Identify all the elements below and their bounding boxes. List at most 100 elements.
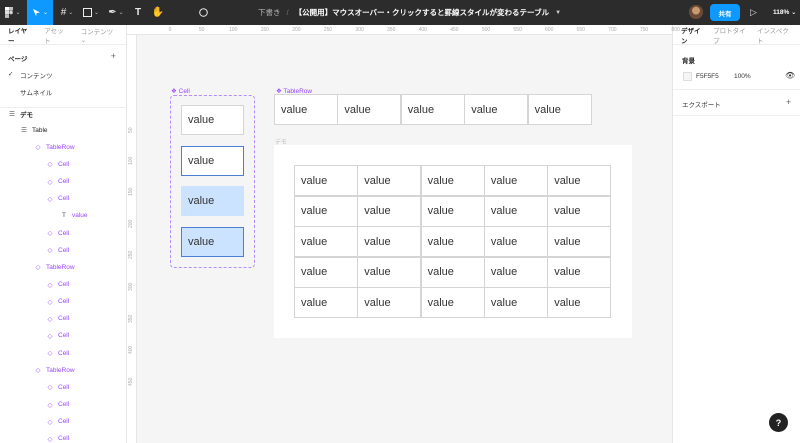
hand-tool-icon[interactable]: ✋ [150,0,166,25]
table-cell[interactable]: value [420,195,485,227]
layer-item[interactable]: ◇ TableRow [34,263,75,272]
draft-label[interactable]: 下書き [258,7,281,18]
file-title[interactable]: 下書き / 【公開用】マウスオーバー・クリックすると罫線スタイルが変わるテーブル… [258,0,561,25]
present-icon[interactable]: ▷ [750,0,757,25]
table-cell[interactable]: value [547,226,612,257]
layer-item[interactable]: ◇ Cell [46,332,70,340]
layer-label: Cell [58,229,70,237]
cell-component-name: Cell [178,88,190,95]
table-cell[interactable]: value [294,226,358,257]
layer-item[interactable]: Tvalue [60,212,88,219]
background-hex[interactable]: F5F5F5 [696,73,719,80]
table-cell[interactable]: value [357,287,422,318]
frame-icon: ☰ [21,127,27,135]
layer-label: Cell [58,298,70,306]
table-cell[interactable]: value [420,226,485,257]
ruler-tick: 150 [260,27,269,33]
check-icon: ✓ [8,71,14,78]
eye-icon[interactable]: 👁 [785,71,795,80]
tablerow-cell[interactable]: value [527,94,592,125]
tablerow-cell[interactable]: value [464,94,529,125]
instance-icon: ◇ [47,401,53,409]
tablerow-cell[interactable]: value [274,94,338,125]
table-cell[interactable]: value [547,287,612,318]
cell-variant-hover[interactable]: value [181,186,244,216]
move-tool-icon[interactable]: ⌄ [27,0,53,25]
comment-tool-icon[interactable] [195,0,211,25]
table-cell[interactable]: value [547,195,612,227]
layer-item[interactable]: ☰ Table [20,126,47,135]
table-cell[interactable]: value [483,287,548,318]
layer-item[interactable]: ◇ Cell [46,315,70,323]
tab-layers[interactable]: レイヤー [8,25,32,45]
cell-variant-outlined[interactable]: value [181,146,244,176]
share-button[interactable]: 共有 [710,4,740,21]
layer-item[interactable]: ◇ Cell [46,383,70,392]
right-panel-tabs: デザイン プロトタイプ インスペクト [673,25,800,45]
layer-item[interactable]: ☰ デモ [8,109,33,119]
table-cell[interactable]: value [483,195,548,227]
layer-item[interactable]: ◇ Cell [46,195,70,203]
table-cell[interactable]: value [357,195,422,227]
text-tool-icon[interactable]: T [130,0,146,25]
tablerow-cell[interactable]: value [400,94,465,125]
layer-item[interactable]: ◇ TableRow [34,366,75,375]
layer-item[interactable]: ◇ Cell [46,178,70,186]
layer-item[interactable]: ◇ TableRow [34,143,75,152]
instance-icon: ◇ [47,332,53,340]
layer-item[interactable]: ◇ Cell [46,298,70,306]
cell-component-label[interactable]: ❖ Cell [171,87,190,95]
file-name[interactable]: 【公開用】マウスオーバー・クリックすると罫線スタイルが変わるテーブル [295,7,549,18]
table-cell[interactable]: value [294,256,358,288]
layer-item[interactable]: ◇ Cell [46,401,70,409]
page-item-thumbnail[interactable]: サムネイル [20,87,52,97]
table-cell[interactable]: value [483,256,548,288]
tab-design[interactable]: デザイン [681,25,704,45]
table-cell[interactable]: value [294,195,358,227]
cell-variant-default[interactable]: value [181,105,244,135]
table-cell[interactable]: value [483,165,548,196]
table-cell[interactable]: value [547,165,612,196]
table-cell[interactable]: value [294,287,358,318]
tablerow-cell[interactable]: value [337,94,402,125]
tab-pages-dropdown[interactable]: コンテンツ ⌄ [81,26,118,44]
table-cell[interactable]: value [357,226,422,257]
table-cell[interactable]: value [483,226,548,257]
table-cell[interactable]: value [294,165,358,196]
table-cell[interactable]: value [547,256,612,288]
layer-item[interactable]: ◇ Cell [46,349,70,358]
layer-item[interactable]: ◇ Cell [46,418,70,426]
add-page-icon[interactable]: + [111,51,116,61]
table-cell[interactable]: value [420,256,485,288]
ruler-tick: 250 [128,251,134,260]
add-export-icon[interactable]: + [786,97,791,107]
ruler-tick: 700 [608,27,617,33]
background-swatch[interactable] [683,72,692,81]
layer-item[interactable]: ◇ Cell [46,160,70,169]
frame-tool-icon[interactable]: # ⌄ [56,0,78,25]
tab-assets[interactable]: アセット [44,25,68,45]
background-opacity[interactable]: 100% [734,73,751,80]
tab-inspect[interactable]: インスペクト [757,25,791,45]
tab-prototype[interactable]: プロトタイプ [713,25,748,45]
layer-label: Cell [58,332,70,340]
layer-item[interactable]: ◇ Cell [46,281,70,289]
layer-label: Cell [58,349,70,357]
chevron-down-icon[interactable]: ▼ [555,10,561,16]
table-cell[interactable]: value [357,256,422,288]
cell-variant-selected[interactable]: value [181,227,244,257]
table-cell[interactable]: value [357,165,422,196]
layer-item[interactable]: ◇ Cell [46,246,70,255]
avatar[interactable] [689,5,703,19]
help-button[interactable]: ? [769,413,788,432]
main-menu-icon[interactable]: ⌄ [2,0,24,25]
zoom-level[interactable]: 118% ⌄ [773,0,796,25]
hand-tool-icon-2[interactable] [173,0,189,25]
table-cell[interactable]: value [420,165,485,196]
page-item-contents[interactable]: コンテンツ [20,70,53,80]
layer-item[interactable]: ◇ Cell [46,229,70,238]
layer-item[interactable]: ◇ Cell [46,435,70,443]
shape-tool-icon[interactable]: ⌄ [80,0,102,25]
pen-tool-icon[interactable]: ✒ ⌄ [105,0,127,25]
table-cell[interactable]: value [420,287,485,318]
